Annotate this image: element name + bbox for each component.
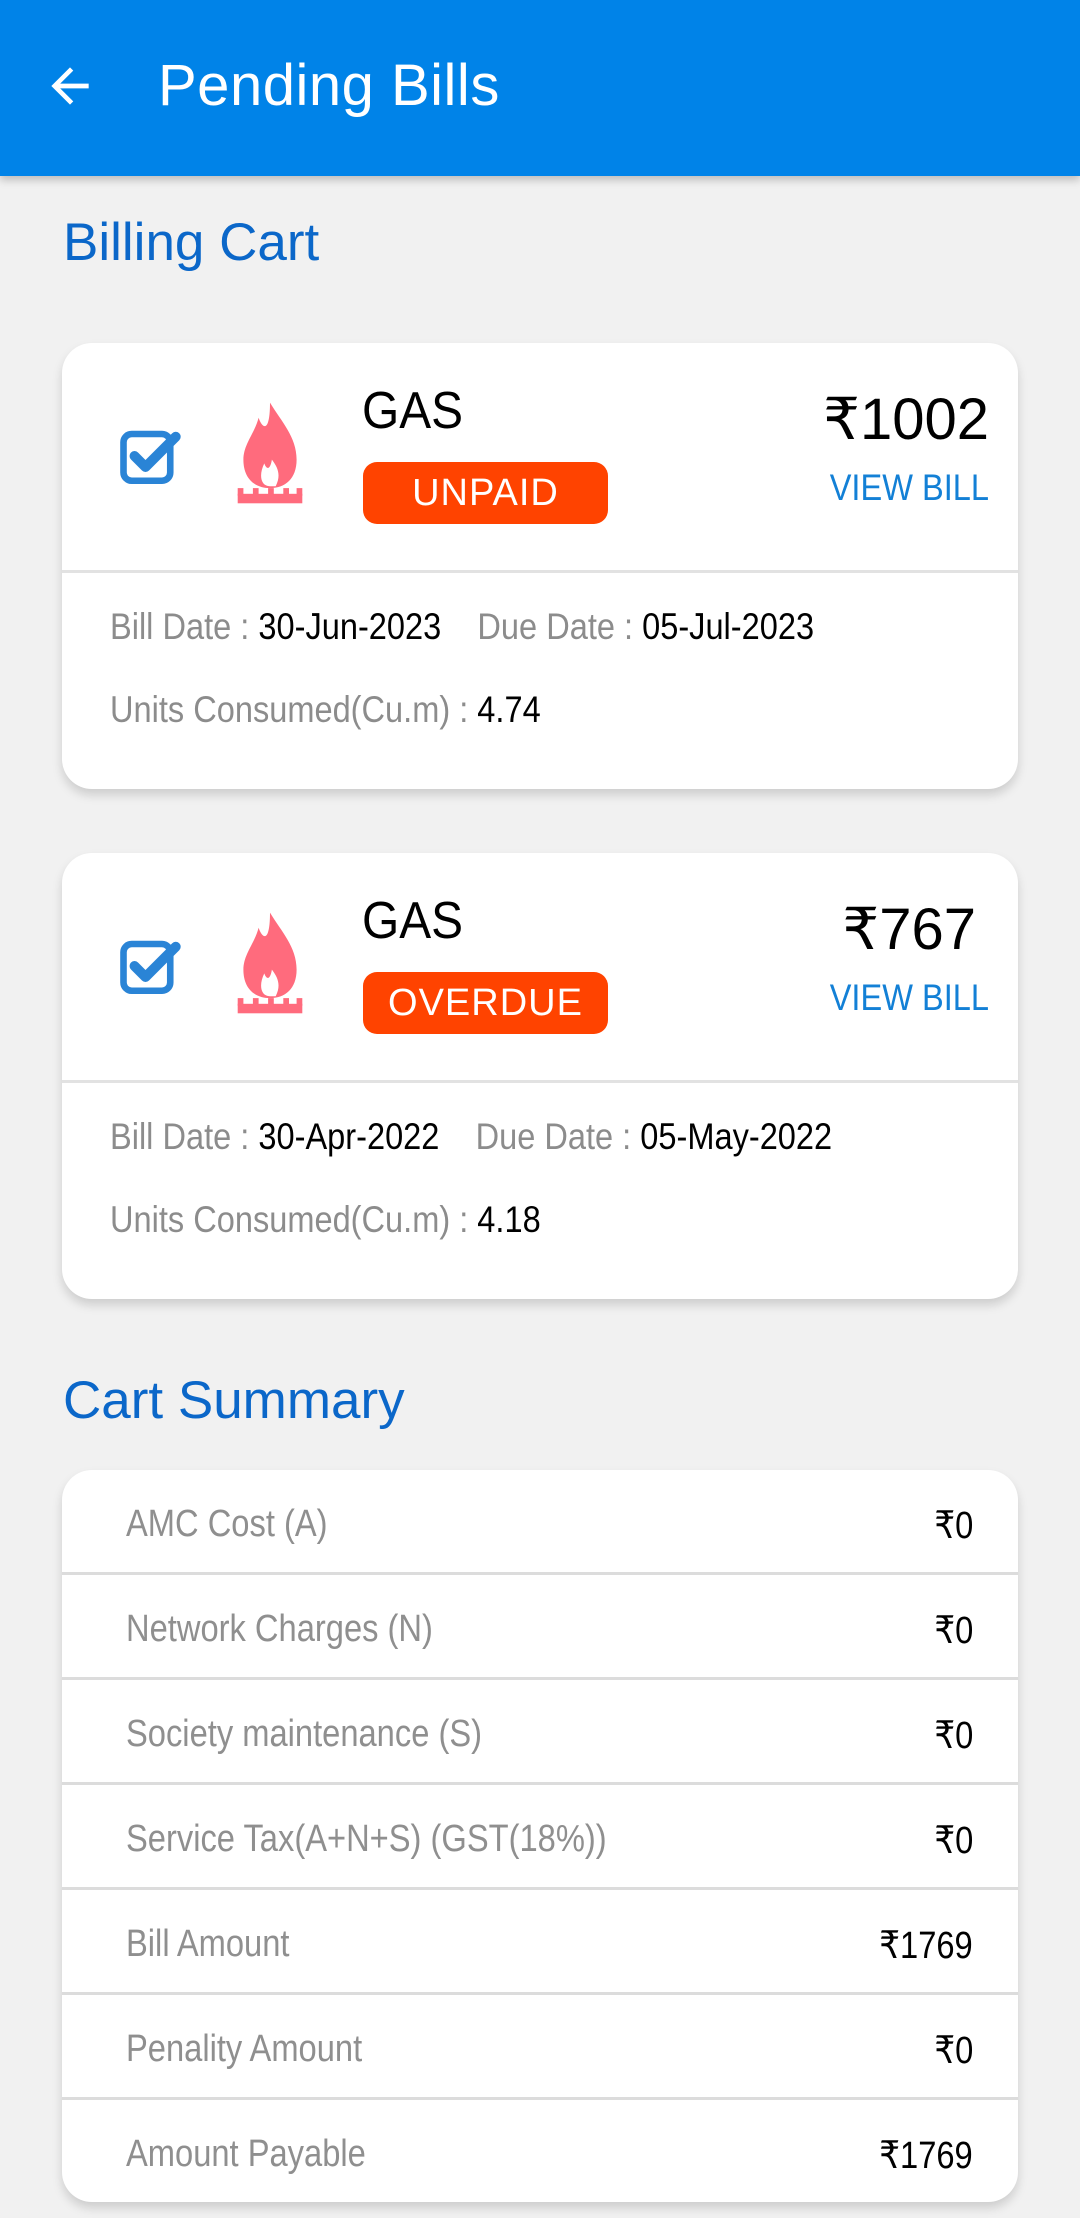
bill-card-header: GAS OVERDUE ₹767 VIEW BILL	[62, 853, 1018, 1083]
summary-value: ₹0	[934, 1505, 973, 1547]
arrow-left-icon[interactable]	[42, 58, 98, 114]
summary-value: ₹0	[934, 2030, 973, 2072]
summary-label: Bill Amount	[126, 1923, 290, 1965]
summary-label: Amount Payable	[126, 2133, 366, 2175]
summary-row-penalty-amount: Penality Amount ₹0	[62, 1995, 1018, 2100]
bill-dates: Bill Date : 30-Apr-2022 Due Date : 05-Ma…	[110, 1116, 832, 1158]
summary-label: Penality Amount	[126, 2028, 363, 2070]
billing-cart-title: Billing Cart	[63, 213, 320, 272]
due-date-value: 05-May-2022	[640, 1116, 833, 1157]
units-label: Units Consumed(Cu.m) :	[110, 1199, 469, 1240]
bill-date-label: Bill Date :	[110, 606, 250, 647]
units-consumed: Units Consumed(Cu.m) : 4.18	[110, 1199, 541, 1241]
app-bar: Pending Bills	[0, 0, 1080, 176]
bill-card-header: GAS UNPAID ₹1002 VIEW BILL	[62, 343, 1018, 573]
summary-label: Network Charges (N)	[126, 1608, 433, 1650]
cart-summary-title: Cart Summary	[63, 1371, 405, 1430]
bill-dates: Bill Date : 30-Jun-2023 Due Date : 05-Ju…	[110, 606, 814, 648]
summary-row-network-charges: Network Charges (N) ₹0	[62, 1575, 1018, 1680]
summary-value: ₹0	[934, 1715, 973, 1757]
bill-date-label: Bill Date :	[110, 1116, 250, 1157]
summary-row-amc-cost: AMC Cost (A) ₹0	[62, 1470, 1018, 1575]
units-label: Units Consumed(Cu.m) :	[110, 689, 469, 730]
page-title: Pending Bills	[158, 53, 500, 118]
bill-card: GAS UNPAID ₹1002 VIEW BILL Bill Date : 3…	[62, 343, 1018, 789]
service-name: GAS	[362, 382, 464, 440]
due-date-value: 05-Jul-2023	[642, 606, 815, 647]
summary-value: ₹1769	[879, 1925, 973, 1967]
units-value: 4.74	[477, 689, 541, 730]
gas-flame-icon	[237, 912, 303, 1014]
summary-value: ₹0	[934, 1820, 973, 1862]
due-date-label: Due Date :	[477, 606, 634, 647]
status-badge: OVERDUE	[363, 972, 608, 1034]
checkbox-checked-icon[interactable]	[118, 933, 184, 999]
summary-value: ₹1769	[879, 2135, 973, 2177]
bill-amount: ₹767	[842, 897, 976, 962]
summary-label: AMC Cost (A)	[126, 1503, 328, 1545]
service-name: GAS	[362, 892, 464, 950]
units-value: 4.18	[477, 1199, 541, 1240]
bill-date-value: 30-Apr-2022	[258, 1116, 440, 1157]
gas-flame-icon	[237, 402, 303, 504]
units-consumed: Units Consumed(Cu.m) : 4.74	[110, 689, 541, 731]
bill-card: GAS OVERDUE ₹767 VIEW BILL Bill Date : 3…	[62, 853, 1018, 1299]
summary-row-society-maintenance: Society maintenance (S) ₹0	[62, 1680, 1018, 1785]
summary-row-amount-payable: Amount Payable ₹1769	[62, 2100, 1018, 2202]
summary-label: Society maintenance (S)	[126, 1713, 483, 1755]
summary-row-bill-amount: Bill Amount ₹1769	[62, 1890, 1018, 1995]
bill-amount: ₹1002	[823, 387, 989, 452]
summary-value: ₹0	[934, 1610, 973, 1652]
view-bill-link[interactable]: VIEW BILL	[830, 977, 989, 1019]
cart-summary-card: AMC Cost (A) ₹0 Network Charges (N) ₹0 S…	[62, 1470, 1018, 2202]
summary-row-service-tax: Service Tax(A+N+S) (GST(18%)) ₹0	[62, 1785, 1018, 1890]
bill-date-value: 30-Jun-2023	[258, 606, 442, 647]
summary-label: Service Tax(A+N+S) (GST(18%))	[126, 1818, 607, 1860]
view-bill-link[interactable]: VIEW BILL	[830, 467, 989, 509]
status-badge: UNPAID	[363, 462, 608, 524]
due-date-label: Due Date :	[475, 1116, 632, 1157]
checkbox-checked-icon[interactable]	[118, 423, 184, 489]
